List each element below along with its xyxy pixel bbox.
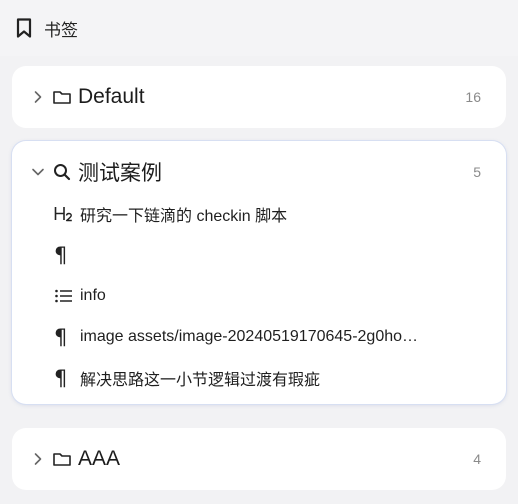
bookmark-item-text: image assets/image-20240519170645-2g0ho… [80,327,419,345]
bookmark-item[interactable]: ¶ 解决思路这一小节逻辑过渡有瑕疵 [12,357,506,398]
group-label: 测试案例 [78,162,162,185]
heading-2-icon [54,203,74,225]
panel-header: 书签 [0,0,518,56]
paragraph-icon: ¶ [54,324,68,349]
group-header[interactable]: 测试案例 5 [12,141,506,203]
list-icon [54,285,74,307]
group-label: AAA [78,447,121,470]
bookmark-item[interactable]: ¶ [12,234,506,275]
folder-icon [53,453,71,466]
bookmark-icon [16,18,32,38]
bookmark-item-text: 研究一下链滴的 checkin 脚本 [80,207,288,225]
group-header[interactable]: AAA 4 [12,428,506,490]
chevron-right-icon[interactable] [30,89,46,105]
bookmark-item-text: info [80,286,106,304]
bookmark-group-aaa: AAA 4 [12,428,506,490]
group-count: 5 [473,164,481,180]
group-count: 4 [473,451,481,467]
paragraph-icon: ¶ [54,365,68,390]
bookmark-group-test-cases: 测试案例 5 研究一下链滴的 checkin 脚本 ¶ info ¶ image… [12,141,506,404]
folder-icon [53,91,71,104]
bookmark-item[interactable]: ¶ image assets/image-20240519170645-2g0h… [12,316,506,357]
panel-title: 书签 [44,20,78,40]
paragraph-icon: ¶ [54,242,68,267]
bookmark-item-text: 解决思路这一小节逻辑过渡有瑕疵 [80,371,321,389]
bookmark-list: 研究一下链滴的 checkin 脚本 ¶ info ¶ image assets… [12,193,506,404]
group-label: Default [78,85,145,108]
search-icon [54,164,71,181]
bookmark-group-default: Default 16 [12,66,506,128]
chevron-down-icon[interactable] [30,164,46,180]
group-count: 16 [465,89,481,105]
group-header[interactable]: Default 16 [12,66,506,128]
bookmark-item[interactable]: info [12,275,506,316]
chevron-right-icon[interactable] [30,451,46,467]
